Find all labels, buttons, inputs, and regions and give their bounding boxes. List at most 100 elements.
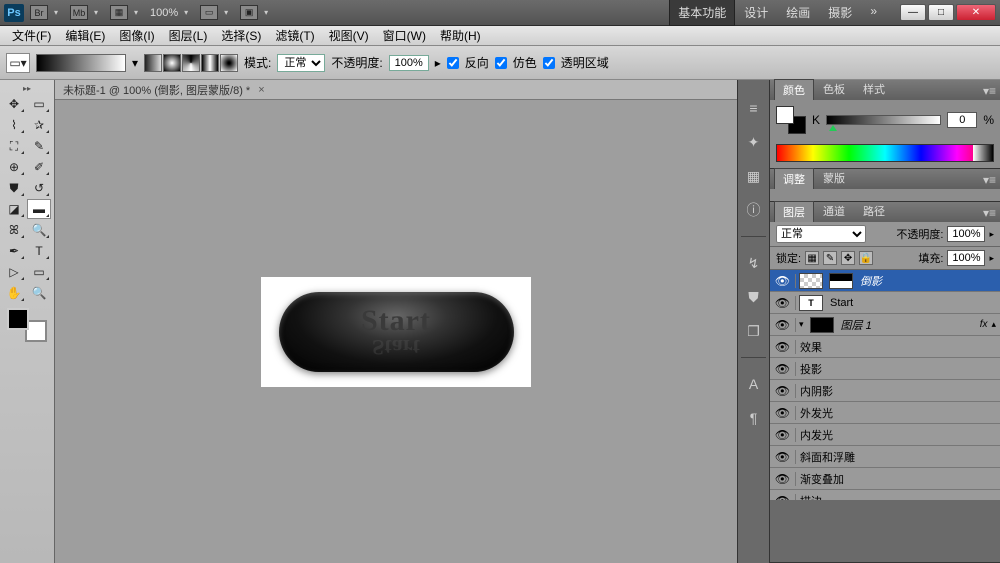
- fx-badge[interactable]: fx: [980, 319, 992, 330]
- tool-indicator[interactable]: ▭▾: [6, 53, 30, 73]
- lock-position-icon[interactable]: ✥: [841, 251, 855, 265]
- brush-tool[interactable]: ✐: [27, 157, 51, 177]
- transparency-checkbox[interactable]: [543, 57, 555, 69]
- drop-icon[interactable]: ▾: [54, 8, 64, 17]
- tab-color[interactable]: 颜色: [774, 79, 814, 100]
- lock-pixels-icon[interactable]: ✎: [823, 251, 837, 265]
- maximize-button[interactable]: □: [928, 4, 954, 21]
- visibility-icon[interactable]: 👁: [770, 428, 796, 442]
- blur-tool[interactable]: ꕤ: [2, 220, 26, 240]
- tab-styles[interactable]: 样式: [854, 78, 894, 100]
- drop-icon[interactable]: ▾: [134, 8, 144, 17]
- visibility-icon[interactable]: 👁: [770, 362, 796, 376]
- fill-input[interactable]: [947, 250, 985, 266]
- tab-swatches[interactable]: 色板: [814, 78, 854, 100]
- layer-name[interactable]: 图层 1: [837, 317, 980, 333]
- layers-icon[interactable]: ❐: [744, 321, 764, 341]
- effects-header-row[interactable]: 👁 效果: [770, 336, 1000, 358]
- minibridge-button[interactable]: Mb: [70, 5, 88, 20]
- visibility-icon[interactable]: 👁: [770, 296, 796, 310]
- effect-row[interactable]: 👁内发光: [770, 424, 1000, 446]
- workspace-photography[interactable]: 摄影: [819, 0, 861, 26]
- move-tool[interactable]: ✥: [2, 94, 26, 114]
- bridge-button[interactable]: Br: [30, 5, 48, 20]
- lock-transparent-icon[interactable]: ▦: [805, 251, 819, 265]
- layer-row[interactable]: 👁 ▾ 图层 1 fx ▴: [770, 314, 1000, 336]
- menu-file[interactable]: 文件(F): [6, 25, 57, 46]
- layer-thumb[interactable]: [799, 273, 823, 289]
- brush-icon[interactable]: ↯: [744, 253, 764, 273]
- reverse-checkbox[interactable]: [447, 57, 459, 69]
- layer-row[interactable]: 👁 T Start: [770, 292, 1000, 314]
- type-tool[interactable]: T: [27, 241, 51, 261]
- gradient-preview[interactable]: [36, 54, 126, 72]
- gradient-tool[interactable]: ▬: [27, 199, 51, 219]
- navigator-icon[interactable]: ✦: [744, 132, 764, 152]
- diamond-gradient-button[interactable]: [220, 54, 238, 72]
- menu-edit[interactable]: 编辑(E): [59, 25, 111, 46]
- gradient-picker-arrow[interactable]: ▾: [132, 56, 138, 70]
- workspace-more[interactable]: »: [861, 0, 886, 26]
- swatches-icon[interactable]: ▦: [744, 166, 764, 186]
- effect-row[interactable]: 👁描边: [770, 490, 1000, 500]
- opacity-arrow[interactable]: ▸: [989, 229, 994, 240]
- workspace-painting[interactable]: 绘画: [777, 0, 819, 26]
- drop-icon[interactable]: ▾: [264, 8, 274, 17]
- angle-gradient-button[interactable]: [182, 54, 200, 72]
- mask-thumb[interactable]: [829, 273, 853, 289]
- text-layer-thumb[interactable]: T: [799, 295, 823, 311]
- panel-menu-icon[interactable]: ▾≡: [979, 82, 1000, 100]
- visibility-icon[interactable]: 👁: [770, 384, 796, 398]
- opacity-input[interactable]: [389, 55, 429, 71]
- canvas[interactable]: Start Start: [55, 100, 737, 563]
- visibility-icon[interactable]: 👁: [770, 406, 796, 420]
- view-extras-button[interactable]: ▦: [110, 5, 128, 20]
- dodge-tool[interactable]: 🔍: [27, 220, 51, 240]
- panel-menu-icon[interactable]: ▾≡: [979, 204, 1000, 222]
- menu-select[interactable]: 选择(S): [215, 25, 267, 46]
- shape-tool[interactable]: ▭: [27, 262, 51, 282]
- eyedropper-tool[interactable]: ✎: [27, 136, 51, 156]
- tab-channels[interactable]: 通道: [814, 200, 854, 222]
- fx-expand-icon[interactable]: ▴: [991, 319, 1000, 330]
- menu-view[interactable]: 视图(V): [323, 25, 375, 46]
- panel-menu-icon[interactable]: ▾≡: [979, 171, 1000, 189]
- visibility-icon[interactable]: 👁: [770, 318, 796, 332]
- menu-layer[interactable]: 图层(L): [163, 25, 214, 46]
- visibility-icon[interactable]: 👁: [770, 472, 796, 486]
- tab-adjustments[interactable]: 调整: [774, 168, 814, 189]
- zoom-tool[interactable]: 🔍: [27, 283, 51, 303]
- path-select-tool[interactable]: ▷: [2, 262, 26, 282]
- wand-tool[interactable]: ✰: [27, 115, 51, 135]
- dither-checkbox[interactable]: [495, 57, 507, 69]
- expand-icon[interactable]: ▾: [799, 319, 804, 330]
- hand-tool[interactable]: ✋: [2, 283, 26, 303]
- paragraph-icon[interactable]: ¶: [744, 408, 764, 428]
- foreground-swatch[interactable]: [7, 308, 29, 330]
- minimize-button[interactable]: —: [900, 4, 926, 21]
- menu-help[interactable]: 帮助(H): [434, 25, 487, 46]
- visibility-icon[interactable]: 👁: [770, 450, 796, 464]
- healing-tool[interactable]: ⊕: [2, 157, 26, 177]
- q[interactable]: ▸: [989, 253, 994, 264]
- linear-gradient-button[interactable]: [144, 54, 162, 72]
- history-brush-tool[interactable]: ↺: [27, 178, 51, 198]
- menu-filter[interactable]: 滤镜(T): [269, 25, 320, 46]
- color-spectrum[interactable]: [776, 144, 994, 162]
- zoom-level[interactable]: 100%: [150, 7, 178, 19]
- crop-tool[interactable]: ⛶: [2, 136, 26, 156]
- panel-color-swatch[interactable]: [776, 106, 806, 134]
- layer-row[interactable]: 👁 倒影: [770, 270, 1000, 292]
- stamp-tool[interactable]: ⛊: [2, 178, 26, 198]
- layer-name[interactable]: Start: [826, 297, 1000, 309]
- visibility-icon[interactable]: 👁: [770, 340, 796, 354]
- effect-row[interactable]: 👁渐变叠加: [770, 468, 1000, 490]
- info-icon[interactable]: ⓘ: [744, 200, 764, 220]
- tab-layers[interactable]: 图层: [774, 201, 814, 222]
- close-tab-icon[interactable]: ×: [258, 84, 264, 96]
- layer-thumb[interactable]: [810, 317, 834, 333]
- workspace-essentials[interactable]: 基本功能: [669, 0, 735, 26]
- effect-row[interactable]: 👁外发光: [770, 402, 1000, 424]
- effect-row[interactable]: 👁内阴影: [770, 380, 1000, 402]
- effect-row[interactable]: 👁投影: [770, 358, 1000, 380]
